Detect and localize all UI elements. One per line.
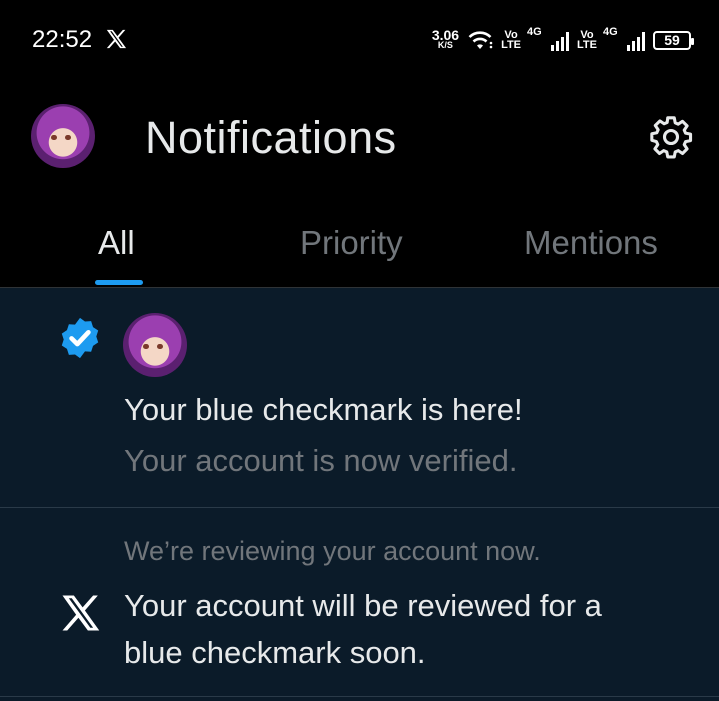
battery-level: 59 xyxy=(664,32,680,48)
tab-all[interactable]: All xyxy=(98,224,135,262)
volte-1: Vo LTE xyxy=(501,30,522,51)
status-icons: 3.06 K/S Vo LTE 4G Vo LTE 4G 59 xyxy=(431,25,694,55)
volte-2: Vo LTE xyxy=(577,30,597,51)
status-time: 22:52 xyxy=(32,26,93,53)
notification-title-line-2: blue checkmark soon. xyxy=(124,635,426,670)
notification-item[interactable]: Your blue checkmark is here! Your accoun… xyxy=(0,288,719,507)
notification-list: Your blue checkmark is here! Your accoun… xyxy=(0,288,719,701)
volte-1-lte: LTE xyxy=(501,39,522,51)
active-tab-indicator xyxy=(95,280,143,285)
sim1-net: 4G xyxy=(527,26,542,38)
tab-mentions[interactable]: Mentions xyxy=(524,224,658,262)
signal-icon-2: 4G xyxy=(603,26,645,51)
verified-badge-icon xyxy=(61,317,99,359)
notification-subtitle: We’re reviewing your account now. xyxy=(124,536,541,566)
network-speed: 3.06 K/S xyxy=(431,27,460,50)
notification-title-line-1: Your account will be reviewed for a xyxy=(124,588,602,623)
x-logo-icon xyxy=(62,595,100,631)
notification-title: Your blue checkmark is here! xyxy=(124,392,523,427)
notification-subtitle: Your account is now verified. xyxy=(124,443,518,478)
tab-priority[interactable]: Priority xyxy=(300,224,403,262)
sim2-net: 4G xyxy=(603,26,618,38)
notification-avatar[interactable] xyxy=(123,313,187,377)
speed-value: 3.06 xyxy=(431,27,460,43)
notification-item[interactable]: We’re reviewing your account now. Your a… xyxy=(0,508,719,696)
profile-avatar[interactable] xyxy=(31,104,95,168)
signal-icon: 4G xyxy=(527,26,570,51)
speed-unit: K/S xyxy=(437,40,453,50)
status-bar: 22:52 3.06 K/S Vo LTE 4G Vo LTE 4G 59 xyxy=(0,0,719,80)
divider xyxy=(0,696,719,697)
battery-icon: 59 xyxy=(653,30,694,50)
wifi-icon xyxy=(468,31,493,49)
page-title: Notifications xyxy=(145,112,397,163)
notification-tabs: All Priority Mentions xyxy=(0,218,719,288)
x-logo-icon xyxy=(106,29,127,49)
volte-2-lte: LTE xyxy=(577,39,597,51)
gear-icon[interactable] xyxy=(648,114,694,160)
